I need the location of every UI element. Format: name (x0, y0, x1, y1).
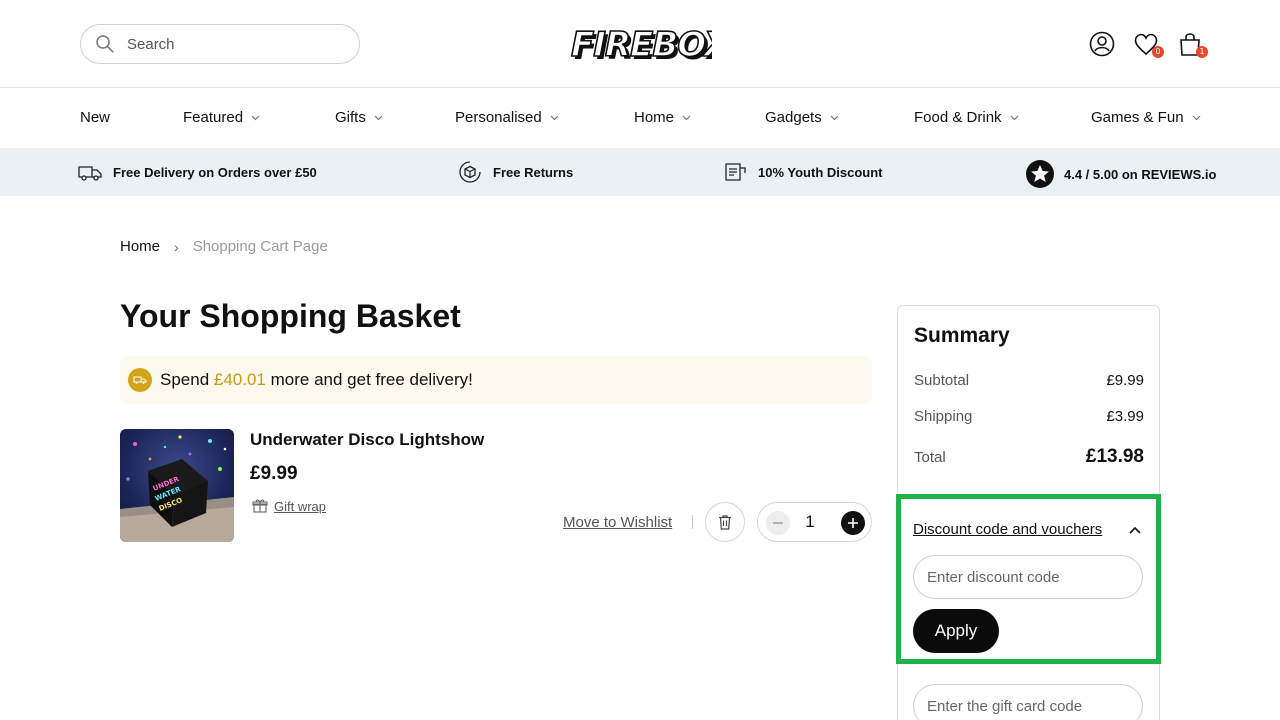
perk-free-returns[interactable]: Free Returns (457, 160, 573, 184)
perk-label: Free Delivery on Orders over £50 (113, 164, 317, 180)
nav-item-gadgets[interactable]: Gadgets (765, 109, 839, 126)
breadcrumb-current: Shopping Cart Page (192, 238, 328, 255)
increase-quantity-button[interactable] (841, 511, 865, 535)
product-image[interactable]: UNDER WATER DISCO (120, 429, 234, 542)
product-name-link[interactable]: Underwater Disco Lightshow (250, 430, 484, 450)
account-icon (1089, 31, 1115, 57)
breadcrumb-separator: › (174, 238, 179, 255)
nav-item-label: Gadgets (765, 109, 822, 126)
nav-item-food-drink[interactable]: Food & Drink (914, 109, 1019, 126)
chevron-down-icon (682, 115, 691, 120)
subtotal-value: £9.99 (1106, 372, 1144, 389)
minus-icon (773, 522, 783, 524)
wishlist-count-badge: 0 (1152, 46, 1164, 58)
nav-item-label: Food & Drink (914, 109, 1002, 126)
nav-item-label: Gifts (335, 109, 366, 126)
truck-icon (133, 376, 147, 384)
chevron-down-icon (251, 115, 260, 120)
gift-wrap-label[interactable]: Gift wrap (274, 499, 326, 514)
remove-item-button[interactable] (705, 502, 745, 542)
site-header: FIREBOX FIREBOX 0 1 (0, 0, 1280, 88)
trash-icon (719, 515, 731, 530)
nav-item-new[interactable]: New (80, 109, 110, 126)
nav-item-gifts[interactable]: Gifts (335, 109, 383, 126)
perk-label: 10% Youth Discount (758, 164, 883, 180)
product-price: £9.99 (250, 463, 298, 484)
student-card-icon (725, 163, 746, 181)
banner-suffix: more and get free delivery! (265, 370, 473, 389)
shipping-label: Shipping (914, 408, 973, 425)
gift-wrap-option[interactable]: Gift wrap (252, 498, 326, 514)
main-nav: New Featured Gifts Personalised Home Gad… (0, 88, 1280, 148)
free-delivery-banner: Spend £40.01 more and get free delivery! (120, 356, 872, 404)
gift-card-input[interactable] (913, 684, 1143, 720)
cart-button[interactable]: 1 (1176, 30, 1208, 58)
nav-item-label: Personalised (455, 109, 542, 126)
nav-item-home[interactable]: Home (634, 109, 691, 126)
nav-item-featured[interactable]: Featured (183, 109, 260, 126)
perks-bar: Free Delivery on Orders over £50 Free Re… (0, 148, 1280, 196)
perk-reviews[interactable]: 4.4 / 5.00 on REVIEWS.io (1026, 160, 1216, 188)
chevron-down-icon (830, 115, 839, 120)
perk-free-delivery[interactable]: Free Delivery on Orders over £50 (77, 160, 317, 184)
banner-amount: £40.01 (213, 370, 266, 389)
logo-text: FIREBOX (571, 25, 712, 65)
chevron-down-icon (1010, 115, 1018, 120)
returns-box-icon (459, 161, 481, 183)
discount-toggle-link[interactable]: Discount code and vouchers (913, 521, 1102, 538)
gift-icon (252, 499, 268, 513)
banner-message: Spend £40.01 more and get free delivery! (160, 370, 473, 390)
breadcrumb-home-link[interactable]: Home (120, 238, 160, 255)
nav-item-label: Home (634, 109, 675, 126)
product-photo: UNDER WATER DISCO (120, 429, 234, 542)
divider (692, 515, 693, 529)
account-button[interactable] (1088, 30, 1116, 58)
summary-total-row: Total £13.98 (914, 446, 1144, 468)
perk-label: Free Returns (493, 164, 574, 180)
discount-code-section: Discount code and vouchers Apply (896, 494, 1161, 664)
decrease-quantity-button[interactable] (766, 511, 790, 535)
apply-discount-button[interactable]: Apply (913, 609, 999, 653)
delivery-coin-icon (128, 368, 152, 392)
subtotal-label: Subtotal (914, 372, 970, 389)
move-to-wishlist-link[interactable]: Move to Wishlist (563, 514, 672, 531)
chevron-down-icon (550, 115, 559, 120)
nav-item-label: Featured (183, 109, 244, 126)
page-title: Your Shopping Basket (120, 298, 461, 334)
chevron-down-icon (374, 115, 383, 120)
banner-prefix: Spend (160, 370, 214, 389)
discount-code-input[interactable] (913, 555, 1143, 599)
wishlist-button[interactable]: 0 (1132, 30, 1164, 58)
chevron-up-icon[interactable] (1129, 526, 1141, 534)
nav-item-personalised[interactable]: Personalised (455, 109, 559, 126)
total-value: £13.98 (1085, 446, 1144, 467)
delivery-truck-icon (78, 166, 102, 181)
search-icon (96, 35, 114, 53)
search-box[interactable] (80, 24, 360, 64)
perk-label: 4.4 / 5.00 on REVIEWS.io (1064, 166, 1217, 182)
nav-item-games-fun[interactable]: Games & Fun (1091, 109, 1201, 126)
breadcrumb: Home › Shopping Cart Page (120, 238, 328, 255)
search-input[interactable] (127, 35, 327, 53)
plus-icon (848, 518, 858, 528)
star-badge-icon (1026, 160, 1054, 188)
summary-shipping-row: Shipping £3.99 (914, 408, 1144, 425)
chevron-down-icon (1192, 115, 1200, 120)
firebox-logo[interactable]: FIREBOX FIREBOX (570, 22, 712, 66)
shipping-value: £3.99 (1106, 408, 1144, 425)
perk-youth-discount[interactable]: 10% Youth Discount (722, 160, 882, 184)
summary-subtotal-row: Subtotal £9.99 (914, 372, 1144, 389)
cart-count-badge: 1 (1196, 46, 1208, 58)
header-actions: 0 1 (1088, 30, 1208, 58)
quantity-value: 1 (805, 512, 815, 531)
summary-title: Summary (914, 324, 1010, 347)
total-label: Total (914, 448, 946, 466)
nav-item-label: Games & Fun (1091, 109, 1184, 126)
quantity-stepper: 1 (757, 502, 872, 542)
nav-item-label: New (80, 109, 111, 126)
